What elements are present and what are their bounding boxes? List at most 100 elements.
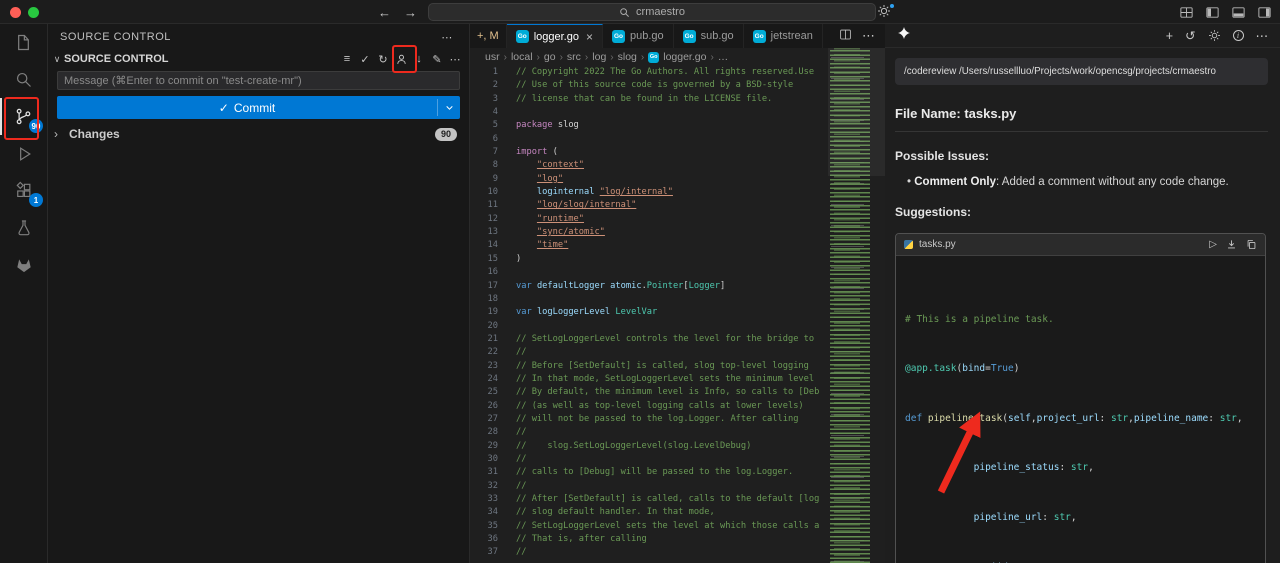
activity-source-control-icon[interactable]: 90	[0, 98, 47, 135]
line-content: "sync/atomic"	[498, 226, 828, 239]
editor-more-actions-icon[interactable]: ⋯	[862, 28, 875, 44]
close-window-button[interactable]	[10, 7, 21, 18]
breadcrumb-item[interactable]: logger.go	[663, 51, 706, 63]
line-number: 25	[470, 386, 498, 399]
activity-search-icon[interactable]	[0, 61, 47, 98]
source-control-section-header[interactable]: ∨ SOURCE CONTROL ≡ ✓ ↻ ↓ ✎ ⋯	[48, 50, 469, 68]
line-number: 27	[470, 413, 498, 426]
panel-more-actions-icon[interactable]: ⋯	[1256, 28, 1269, 43]
code-line: 16	[470, 266, 828, 279]
info-icon[interactable]: i	[1233, 30, 1244, 41]
line-number: 33	[470, 493, 498, 506]
scm-toolbar: ≡ ✓ ↻ ↓ ✎ ⋯	[339, 51, 463, 67]
line-content: // license that can be found in the LICE…	[498, 93, 828, 106]
new-chat-icon[interactable]: +	[1166, 29, 1173, 43]
line-number: 24	[470, 373, 498, 386]
breadcrumb-item[interactable]: usr	[485, 51, 500, 63]
toggle-primary-sidebar-icon[interactable]	[1205, 5, 1220, 20]
breadcrumb-item[interactable]: …	[718, 51, 729, 63]
breadcrumb-item[interactable]: slog	[618, 51, 637, 63]
line-content: //	[498, 426, 828, 439]
breadcrumb-item[interactable]: go	[544, 51, 556, 63]
view-as-list-icon[interactable]: ≡	[339, 51, 355, 67]
breadcrumb-separator: ›	[537, 52, 540, 63]
commit-dropdown-chevron[interactable]	[438, 96, 460, 119]
history-icon[interactable]: ↺	[1185, 28, 1195, 43]
forward-icon[interactable]: →	[404, 5, 417, 20]
commit-button[interactable]: ✓ Commit	[57, 96, 460, 119]
activity-explorer-icon[interactable]	[0, 24, 47, 61]
tab-partial-modified[interactable]: +, M	[470, 24, 507, 48]
history-nav: ← →	[378, 0, 417, 24]
line-number: 20	[470, 320, 498, 333]
stash-icon[interactable]: ↓	[411, 51, 427, 67]
code-line: 21 // SetLogLoggerLevel controls the lev…	[470, 333, 828, 346]
activity-gitlab-icon[interactable]	[0, 246, 47, 283]
minimap-slider[interactable]	[828, 48, 885, 176]
close-tab-icon[interactable]: ×	[586, 30, 593, 44]
account-badge-dot	[889, 3, 895, 9]
zoom-window-button[interactable]	[28, 7, 39, 18]
tab-pub-go[interactable]: Go pub.go	[603, 24, 674, 48]
account-icon[interactable]	[877, 4, 895, 20]
code-line: 15 )	[470, 253, 828, 266]
go-file-icon: Go	[516, 30, 529, 43]
toggle-panel-icon[interactable]	[1231, 5, 1246, 20]
code-line: 8 "context"	[470, 159, 828, 172]
command-center-search[interactable]: crmaestro	[428, 3, 876, 21]
code-line: 12 "runtime"	[470, 213, 828, 226]
commit-message-input[interactable]	[57, 71, 460, 90]
line-content: // SetLogLoggerLevel sets the level at w…	[498, 520, 828, 533]
refresh-icon[interactable]: ↻	[375, 51, 391, 67]
section-title: SOURCE CONTROL	[64, 53, 169, 65]
code-editor[interactable]: 1 // Copyright 2022 The Go Authors. All …	[470, 66, 828, 563]
settings-gear-icon[interactable]	[1208, 29, 1221, 42]
issue-item: • Comment Only: Added a comment without …	[895, 176, 1268, 188]
changes-section-row[interactable]: › Changes 90	[48, 124, 469, 144]
sidebar-more-actions-icon[interactable]: ⋯	[439, 29, 455, 45]
breadcrumb-item[interactable]: log	[592, 51, 606, 63]
line-content: var defaultLogger atomic.Pointer[Logger]	[498, 280, 828, 293]
scm-more-actions-icon[interactable]: ⋯	[447, 51, 463, 67]
tab-label: logger.go	[534, 31, 579, 43]
changes-chevron-icon[interactable]: ›	[54, 127, 67, 141]
run-code-icon[interactable]: ▷	[1209, 239, 1217, 250]
line-content: package slog	[498, 119, 828, 132]
line-number: 31	[470, 466, 498, 479]
line-content	[498, 106, 828, 119]
line-number: 8	[470, 159, 498, 172]
copy-code-icon[interactable]	[1246, 239, 1257, 250]
edit-icon[interactable]: ✎	[429, 51, 445, 67]
assistant-panel-body: /codereview /Users/russellluo/Projects/w…	[885, 48, 1280, 563]
code-line: 6	[470, 133, 828, 146]
assistant-panel-header: + ↺ i ⋯	[885, 24, 1280, 48]
tab-jetstrean[interactable]: Go jetstrean	[744, 24, 823, 48]
activity-run-debug-icon[interactable]	[0, 135, 47, 172]
activity-extensions-icon[interactable]: 1	[0, 172, 47, 209]
line-number: 28	[470, 426, 498, 439]
line-number: 16	[470, 266, 498, 279]
extensions-count-badge: 1	[29, 193, 43, 207]
minimap[interactable]	[828, 48, 885, 563]
toggle-secondary-sidebar-icon[interactable]	[1257, 5, 1272, 20]
commit-check-icon[interactable]: ✓	[357, 51, 373, 67]
breadcrumb-item[interactable]: src	[567, 51, 581, 63]
split-editor-icon[interactable]	[839, 28, 852, 44]
commit-button-main[interactable]: ✓ Commit	[57, 96, 437, 119]
code-block-line: # This is a pipeline task.	[905, 314, 1256, 326]
customize-layout-icon[interactable]	[1179, 5, 1194, 20]
tab-sub-go[interactable]: Go sub.go	[674, 24, 744, 48]
insert-at-cursor-icon[interactable]	[1226, 239, 1237, 250]
tab-logger-go[interactable]: Go logger.go ×	[507, 24, 603, 48]
breadcrumb-separator: ›	[504, 52, 507, 63]
titlebar: ← → crmaestro	[0, 0, 1280, 24]
line-number: 17	[470, 280, 498, 293]
file-name-heading: File Name: tasks.py	[895, 106, 1268, 132]
codereview-command-message: /codereview /Users/russellluo/Projects/w…	[895, 58, 1268, 85]
person-add-icon[interactable]	[393, 51, 409, 67]
breadcrumb-separator: ›	[610, 52, 613, 63]
breadcrumb-item[interactable]: local	[511, 51, 533, 63]
activity-testing-icon[interactable]	[0, 209, 47, 246]
section-chevron-icon[interactable]: ∨	[50, 54, 64, 65]
back-icon[interactable]: ←	[378, 5, 391, 20]
